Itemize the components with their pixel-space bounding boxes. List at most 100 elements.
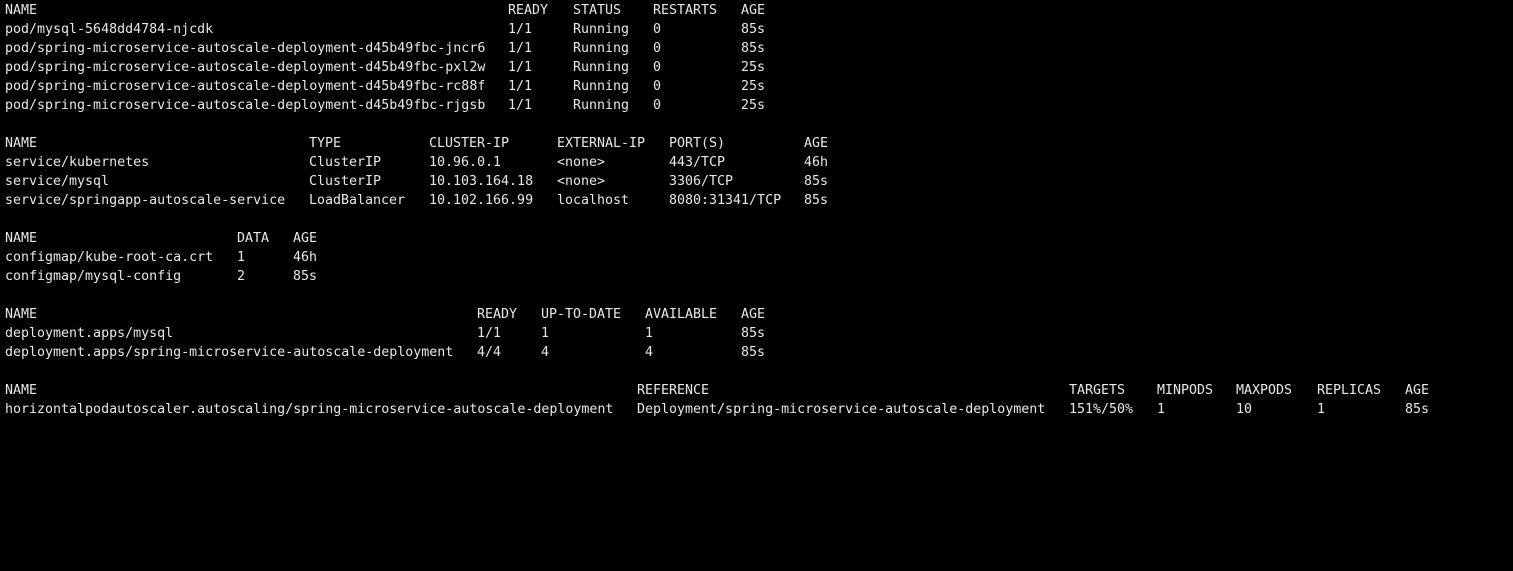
- svc-age: 46h: [804, 155, 829, 170]
- table-row: deployment.apps/mysql 1/1 1 1 85s: [5, 324, 1513, 343]
- pod-name: pod/mysql-5648dd4784-njcdk: [5, 22, 214, 37]
- svc-type: LoadBalancer: [309, 193, 406, 208]
- hpa-replicas: 1: [1317, 402, 1326, 417]
- table-row: deployment.apps/spring-microservice-auto…: [5, 343, 1513, 362]
- pod-restarts: 0: [653, 98, 662, 113]
- cm-age: 46h: [293, 250, 318, 265]
- cm-data: 1: [237, 250, 246, 265]
- dep-available: 1: [645, 326, 654, 341]
- pod-restarts: 0: [653, 60, 662, 75]
- terminal-output: NAME READY STATUS RESTARTS AGE pod/mysql…: [5, 1, 1513, 420]
- cm-col-data: DATA: [237, 231, 270, 246]
- pod-restarts: 0: [653, 41, 662, 56]
- svc-cluster-ip: 10.102.166.99: [429, 193, 534, 208]
- pod-status: Running: [573, 41, 630, 56]
- dep-name: deployment.apps/mysql: [5, 326, 174, 341]
- pod-restarts: 0: [653, 22, 662, 37]
- pods-table: NAME READY STATUS RESTARTS AGE pod/mysql…: [5, 1, 1513, 115]
- pods-col-restarts: RESTARTS: [653, 3, 718, 18]
- svc-ports: 443/TCP: [669, 155, 726, 170]
- pod-age: 85s: [741, 22, 766, 37]
- dep-col-up-to-date: UP-TO-DATE: [541, 307, 622, 322]
- svc-col-ports: PORT(S): [669, 136, 726, 151]
- dep-col-age: AGE: [741, 307, 766, 322]
- hpa-reference: Deployment/spring-microservice-autoscale…: [637, 402, 1046, 417]
- dep-name: deployment.apps/spring-microservice-auto…: [5, 345, 454, 360]
- pod-status: Running: [573, 22, 630, 37]
- pod-status: Running: [573, 98, 630, 113]
- cm-col-name: NAME: [5, 231, 38, 246]
- cm-col-age: AGE: [293, 231, 318, 246]
- pods-header: NAME READY STATUS RESTARTS AGE: [5, 1, 1513, 20]
- services-header: NAME TYPE CLUSTER-IP EXTERNAL-IP PORT(S)…: [5, 134, 1513, 153]
- hpa-col-replicas: REPLICAS: [1317, 383, 1382, 398]
- svc-col-type: TYPE: [309, 136, 342, 151]
- svc-type: ClusterIP: [309, 155, 382, 170]
- hpa-col-minpods: MINPODS: [1157, 383, 1214, 398]
- table-row: configmap/kube-root-ca.crt 1 46h: [5, 248, 1513, 267]
- svc-external-ip: <none>: [557, 174, 606, 189]
- svc-ports: 8080:31341/TCP: [669, 193, 782, 208]
- dep-col-available: AVAILABLE: [645, 307, 718, 322]
- pod-age: 25s: [741, 60, 766, 75]
- hpa-name: horizontalpodautoscaler.autoscaling/spri…: [5, 402, 614, 417]
- svc-col-age: AGE: [804, 136, 829, 151]
- table-row: service/springapp-autoscale-service Load…: [5, 191, 1513, 210]
- cm-age: 85s: [293, 269, 318, 284]
- cm-name: configmap/kube-root-ca.crt: [5, 250, 214, 265]
- svc-col-external-ip: EXTERNAL-IP: [557, 136, 646, 151]
- pods-col-ready: READY: [508, 3, 549, 18]
- hpa-age: 85s: [1405, 402, 1430, 417]
- services-table: NAME TYPE CLUSTER-IP EXTERNAL-IP PORT(S)…: [5, 134, 1513, 210]
- svc-external-ip: <none>: [557, 155, 606, 170]
- svc-name: service/springapp-autoscale-service: [5, 193, 286, 208]
- pod-name: pod/spring-microservice-autoscale-deploy…: [5, 41, 486, 56]
- svc-name: service/kubernetes: [5, 155, 150, 170]
- table-row: service/kubernetes ClusterIP 10.96.0.1 <…: [5, 153, 1513, 172]
- dep-col-name: NAME: [5, 307, 38, 322]
- pod-ready: 1/1: [508, 79, 533, 94]
- dep-up-to-date: 4: [541, 345, 550, 360]
- cm-name: configmap/mysql-config: [5, 269, 182, 284]
- configmaps-table: NAME DATA AGE configmap/kube-root-ca.crt…: [5, 229, 1513, 286]
- hpa-col-name: NAME: [5, 383, 38, 398]
- svc-name: service/mysql: [5, 174, 110, 189]
- dep-ready: 4/4: [477, 345, 502, 360]
- hpa-table: NAME REFERENCE TARGETS MINPODS MAXPODS R…: [5, 381, 1513, 419]
- deployments-table: NAME READY UP-TO-DATE AVAILABLE AGE depl…: [5, 305, 1513, 362]
- deployments-header: NAME READY UP-TO-DATE AVAILABLE AGE: [5, 305, 1513, 324]
- pod-ready: 1/1: [508, 60, 533, 75]
- hpa-col-age: AGE: [1405, 383, 1430, 398]
- dep-col-ready: READY: [477, 307, 518, 322]
- dep-ready: 1/1: [477, 326, 502, 341]
- pod-ready: 1/1: [508, 98, 533, 113]
- svc-external-ip: localhost: [557, 193, 630, 208]
- pod-status: Running: [573, 60, 630, 75]
- hpa-maxpods: 10: [1236, 402, 1253, 417]
- table-row: pod/spring-microservice-autoscale-deploy…: [5, 58, 1513, 77]
- pods-col-name: NAME: [5, 3, 38, 18]
- svc-col-cluster-ip: CLUSTER-IP: [429, 136, 510, 151]
- hpa-header: NAME REFERENCE TARGETS MINPODS MAXPODS R…: [5, 381, 1513, 400]
- pods-col-age: AGE: [741, 3, 766, 18]
- dep-up-to-date: 1: [541, 326, 550, 341]
- cm-data: 2: [237, 269, 246, 284]
- table-row: pod/spring-microservice-autoscale-deploy…: [5, 96, 1513, 115]
- pod-status: Running: [573, 79, 630, 94]
- svc-age: 85s: [804, 193, 829, 208]
- hpa-targets: 151%/50%: [1069, 402, 1134, 417]
- hpa-col-reference: REFERENCE: [637, 383, 710, 398]
- hpa-col-targets: TARGETS: [1069, 383, 1126, 398]
- hpa-col-maxpods: MAXPODS: [1236, 383, 1293, 398]
- table-row: horizontalpodautoscaler.autoscaling/spri…: [5, 400, 1513, 419]
- table-row: pod/spring-microservice-autoscale-deploy…: [5, 39, 1513, 58]
- hpa-minpods: 1: [1157, 402, 1166, 417]
- table-row: pod/spring-microservice-autoscale-deploy…: [5, 77, 1513, 96]
- dep-age: 85s: [741, 326, 766, 341]
- svc-cluster-ip: 10.103.164.18: [429, 174, 534, 189]
- pod-age: 25s: [741, 98, 766, 113]
- pod-ready: 1/1: [508, 22, 533, 37]
